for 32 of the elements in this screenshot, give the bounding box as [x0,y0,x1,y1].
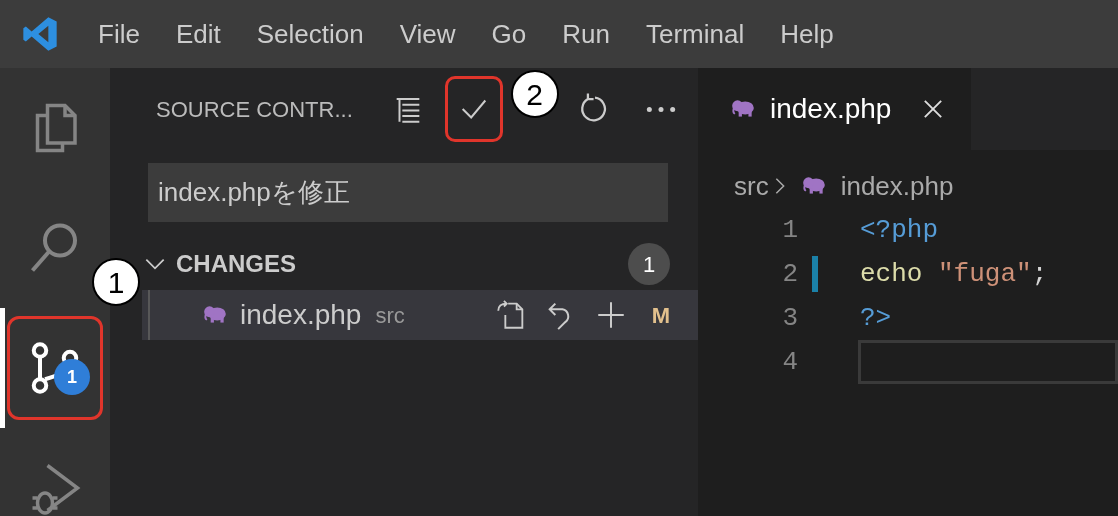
menu-item[interactable]: Run [544,14,628,54]
code-line: ?> [859,301,893,335]
line-number: 1 [781,213,798,247]
step-number-marker: 1 [92,258,140,306]
menu-item[interactable]: Help [762,14,852,54]
more-icon [646,105,677,113]
menu-item[interactable]: Edit [157,14,239,54]
menu-item[interactable]: Terminal [627,14,763,54]
commit-message-field[interactable]: index.phpを修正 [148,163,668,222]
line-number: 2 [781,257,798,291]
line-number: 4 [781,345,798,379]
menu-item[interactable]: Go [473,14,545,54]
file-name: index.php [240,298,362,332]
line-number: 3 [781,301,798,335]
folder-name: src [375,301,405,330]
menu-item[interactable]: File [80,14,158,54]
breadcrumb-item[interactable]: index.php [840,166,954,206]
menu-item[interactable]: Selection [238,14,382,54]
panel-title: SOURCE CONTR... [156,95,354,124]
activity-bar-button[interactable]: 1 [7,316,103,420]
count-badge: 1 [54,359,90,395]
step-number-marker: 2 [510,70,559,118]
file-row[interactable]: index.php src M [142,290,698,340]
editor-tab[interactable]: index.php [698,68,972,150]
menu-item[interactable]: View [381,14,474,54]
code-line: echo "fuga"; [859,257,1049,291]
app-logo-icon [20,14,60,54]
section-header[interactable]: CHANGES [176,246,296,282]
breadcrumb-item[interactable]: src [734,166,769,206]
code-line: <?php [859,213,939,247]
count-badge: 1 [628,243,670,285]
status-letter: M [651,301,670,330]
